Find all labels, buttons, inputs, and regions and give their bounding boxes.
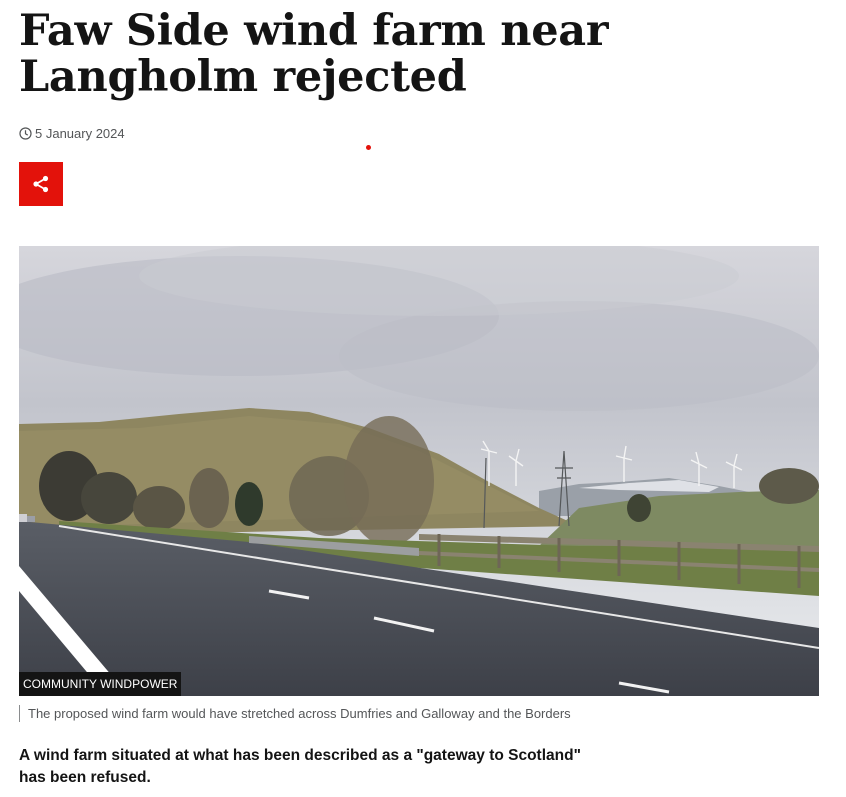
landscape-photo xyxy=(19,246,819,696)
article-date: 5 January 2024 xyxy=(35,126,125,141)
red-dot-marker xyxy=(366,145,371,150)
hero-image[interactable] xyxy=(19,246,819,696)
share-button[interactable] xyxy=(19,162,63,206)
image-credit: COMMUNITY WINDPOWER xyxy=(19,672,182,696)
article-dateline: 5 January 2024 xyxy=(19,126,125,141)
article-lead: A wind farm situated at what has been de… xyxy=(19,747,581,786)
share-icon xyxy=(33,175,49,193)
article-headline: Faw Side wind farm near Langholm rejecte… xyxy=(19,6,609,102)
clock-icon xyxy=(19,127,32,140)
image-caption: The proposed wind farm would have stretc… xyxy=(19,705,571,722)
